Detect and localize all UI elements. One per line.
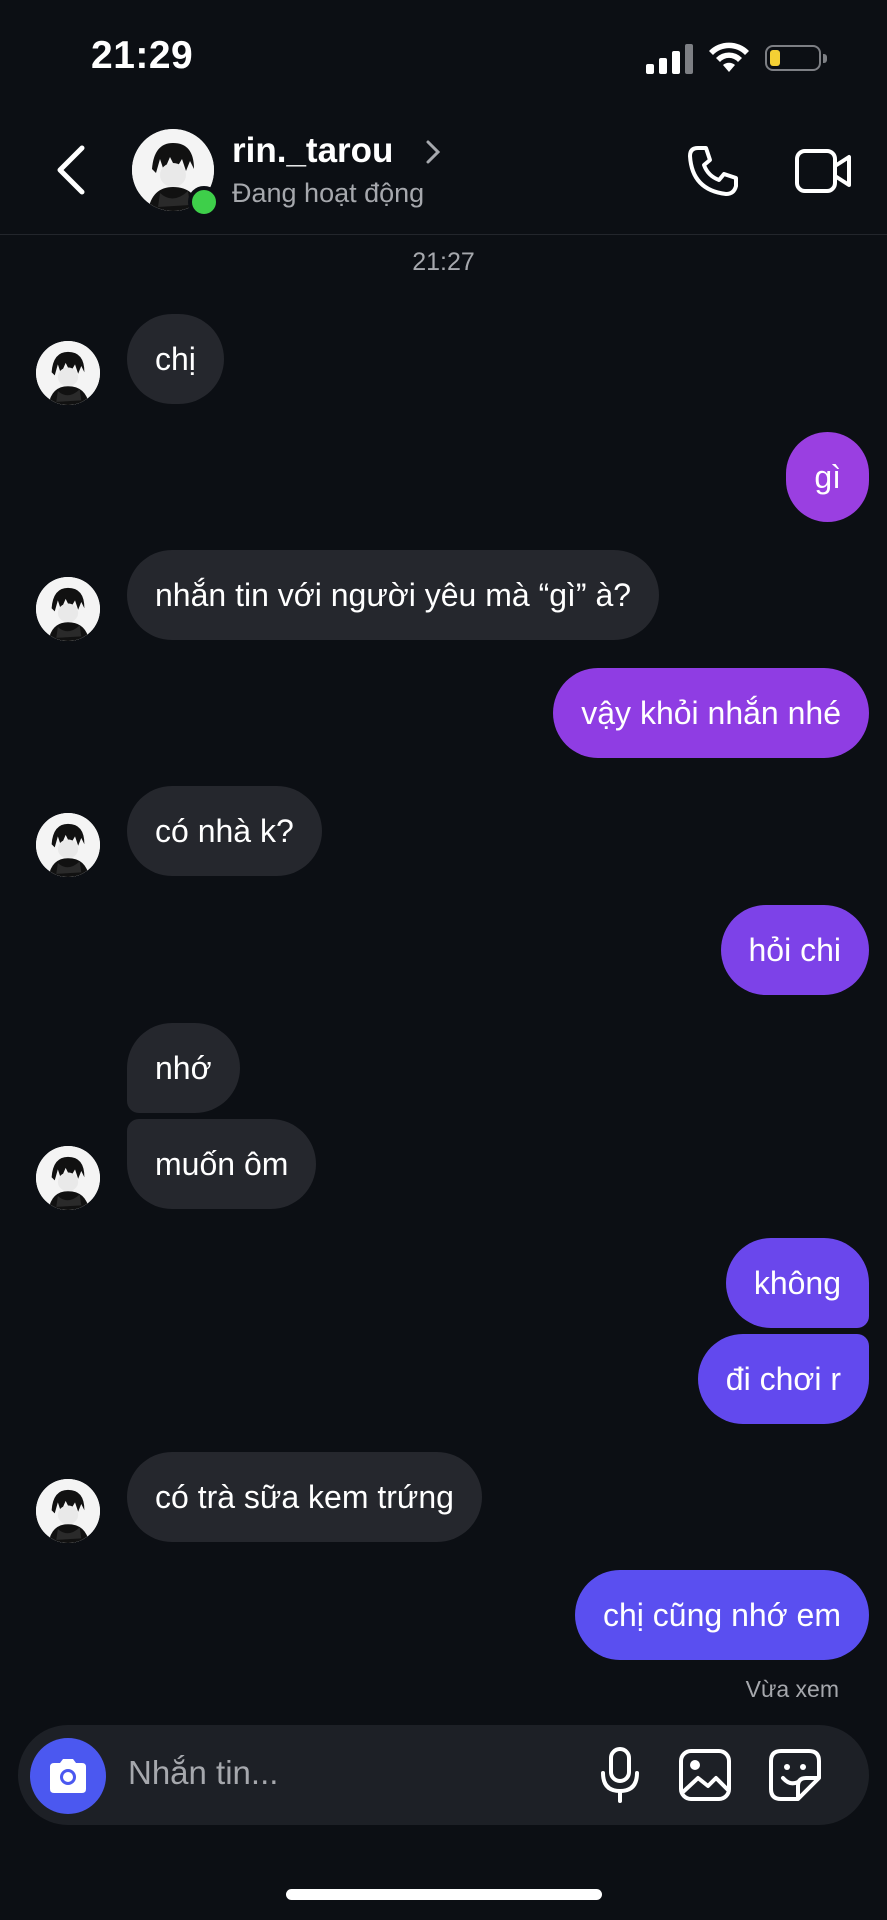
battery-icon <box>765 45 827 71</box>
message-outgoing[interactable]: không <box>725 1238 869 1328</box>
chevron-right-icon[interactable] <box>424 137 442 167</box>
status-time: 21:29 <box>91 34 194 77</box>
avatar <box>36 1146 100 1210</box>
message-outgoing[interactable]: hỏi chi <box>720 905 869 995</box>
microphone-icon[interactable] <box>596 1746 644 1804</box>
camera-button[interactable] <box>30 1738 106 1814</box>
contact-name[interactable]: rin._tarou <box>232 131 393 171</box>
message-incoming[interactable]: nhớ <box>127 1023 240 1113</box>
message-incoming[interactable]: có nhà k? <box>127 786 322 876</box>
message-input[interactable]: Nhắn tin... <box>128 1754 278 1792</box>
gallery-icon[interactable] <box>678 1748 732 1802</box>
video-icon[interactable] <box>794 146 852 196</box>
sticker-icon[interactable] <box>768 1748 822 1802</box>
back-icon[interactable] <box>52 140 92 200</box>
message-incoming[interactable]: nhắn tin với người yêu mà “gì” à? <box>127 550 660 640</box>
message-outgoing[interactable]: đi chơi r <box>697 1334 869 1424</box>
avatar <box>36 577 100 641</box>
seen-receipt: Vừa xem <box>745 1676 839 1702</box>
signal-icon <box>646 44 693 74</box>
avatar <box>36 1479 100 1543</box>
message-incoming[interactable]: chị <box>127 314 224 404</box>
contact-status: Đang hoạt động <box>232 178 425 208</box>
message-incoming[interactable]: muốn ôm <box>127 1119 317 1209</box>
message-outgoing[interactable]: chị cũng nhớ em <box>575 1570 869 1660</box>
avatar <box>36 813 100 877</box>
online-indicator <box>188 186 220 218</box>
chat-timestamp: 21:27 <box>412 248 475 276</box>
wifi-icon <box>709 42 749 72</box>
avatar <box>36 341 100 405</box>
message-outgoing[interactable]: vậy khỏi nhắn nhé <box>553 668 869 758</box>
call-icon[interactable] <box>684 142 742 200</box>
message-outgoing[interactable]: gì <box>786 432 869 522</box>
home-indicator <box>286 1889 602 1900</box>
camera-icon <box>50 1759 86 1793</box>
message-incoming[interactable]: có trà sữa kem trứng <box>127 1452 482 1542</box>
